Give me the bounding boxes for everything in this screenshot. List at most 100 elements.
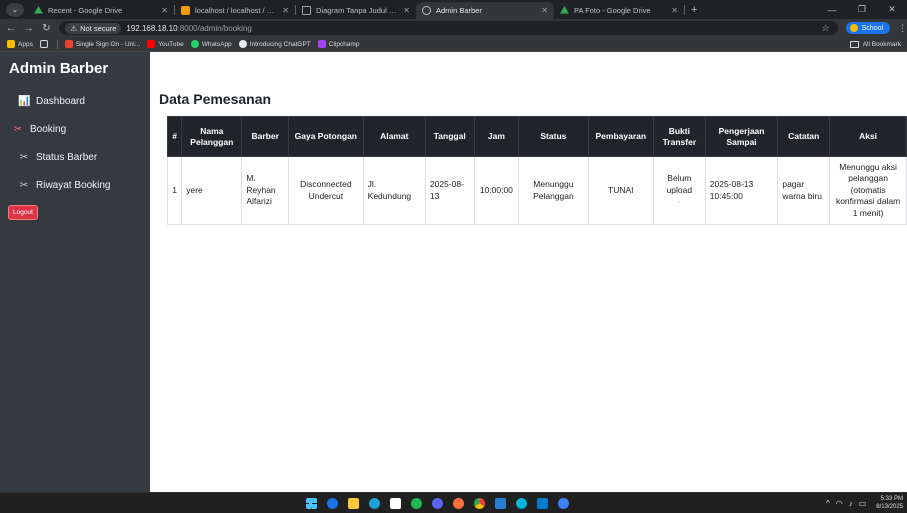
vscode-icon[interactable] [537,498,548,509]
globe-icon [422,6,431,15]
sidebar-item-dashboard[interactable]: 📊 Dashboard [0,87,150,115]
reload-icon[interactable]: ↻ [40,23,54,34]
col-header-tanggal: Tanggal [424,116,475,157]
app-11-icon[interactable] [516,498,527,509]
app-2-icon[interactable] [327,498,338,509]
scissors-icon: ✂ [19,179,29,191]
close-icon[interactable]: ✕ [161,6,168,15]
cell-pengerjaan-sampai: 2025-08-13 10:45:00 [704,156,779,225]
close-icon[interactable]: ✕ [671,6,678,15]
bookmark-star-icon[interactable]: ☆ [822,23,830,34]
grid-icon [39,40,48,48]
profile-button[interactable]: School [845,22,891,34]
chrome-icon[interactable] [474,498,485,509]
tab-search-icon[interactable]: ⌄ [6,2,24,17]
chevron-up-icon[interactable]: ^ [826,499,830,508]
bookmark-whatsapp[interactable]: WhatsApp [190,40,232,48]
tab-recent-google-drive[interactable]: Recent - Google Drive ✕ [28,2,174,19]
col-header-pengerjaan-sampai: Pengerjaan Sampai [704,116,779,157]
bukti-sub-text: - [677,196,681,207]
edge-icon[interactable] [369,498,380,509]
file-explorer-icon[interactable] [348,498,359,509]
tab-phpmyadmin[interactable]: localhost / localhost / barber / ✕ [175,2,295,19]
address-bar-row: ← → ↻ ⚠ Not secure 192.168.18.10:8000/ad… [0,19,907,37]
col-header-catatan: Catatan [777,116,831,157]
bookmark-grid[interactable] [39,40,51,48]
whatsapp-icon [190,40,199,48]
col-header-aksi: Aksi [829,116,907,157]
cell-jam: 10:00:00 [473,156,520,225]
col-header-jam: Jam [473,116,520,157]
wifi-icon[interactable]: ◠ [836,499,843,508]
bookmark-apps[interactable]: Apps [7,40,33,48]
window-controls: — ❐ ✕ [817,0,907,19]
cell-alamat: Jl. Kedundung [362,156,426,225]
all-bookmarks-button[interactable]: All Bookmark [849,37,901,52]
sidebar-item-status-barber[interactable]: ✂ Status Barber [0,143,150,171]
app-10-icon[interactable] [495,498,506,509]
cell-catatan: pagar warna biru [777,156,831,225]
logout-button[interactable]: Logout [8,205,38,220]
cell-pembayaran: TUNAI [587,156,654,225]
app-5-icon[interactable] [390,498,401,509]
bookmark-youtube[interactable]: YouTube [147,40,184,48]
bookmark-chatgpt[interactable]: Introducing ChatGPT [238,40,311,48]
spotify-icon[interactable] [411,498,422,509]
phpmyadmin-icon [181,6,190,15]
close-window-icon[interactable]: ✕ [877,4,907,15]
browser-tab-strip: ⌄ Recent - Google Drive ✕ localhost / lo… [0,0,907,19]
cell-aksi: Menunggu aksi pelanggan (otomatis konfir… [829,156,907,225]
sidebar-item-booking[interactable]: ✂ Booking [0,115,150,143]
bookmarks-bar: Apps Single Sign On - Uni... YouTube Wha… [0,37,907,52]
google-drive-icon [34,6,43,14]
sidebar-item-riwayat-booking[interactable]: ✂ Riwayat Booking [0,171,150,199]
close-icon[interactable]: ✕ [403,6,410,15]
system-tray: ^ ◠ ♪ ▭ 5:33 PM 8/13/2025 [826,493,903,513]
apps-grid-icon [7,40,15,48]
table-row: 1 yere M. Reyhan Alfarizi Disconnected U… [166,156,907,225]
tab-pa-foto-google-drive[interactable]: PA Foto - Google Drive ✕ [554,2,684,19]
col-header-alamat: Alamat [362,116,426,157]
page-viewport: Admin Barber 📊 Dashboard ✂ Booking ✂ Sta… [0,52,907,492]
volume-icon[interactable]: ♪ [849,499,853,508]
taskbar-apps [306,493,579,513]
bookmark-sso[interactable]: Single Sign On - Uni... [64,40,140,48]
chatgpt-icon [238,40,247,48]
cell-status: Menunggu Pelanggan [518,156,589,225]
google-drive-icon [560,6,569,14]
avatar [849,24,858,32]
cell-bukti-transfer: Belum upload - [652,156,706,225]
folder-icon [849,41,859,48]
battery-icon[interactable]: ▭ [859,499,867,508]
col-header-no: # [166,116,183,157]
warning-icon: ⚠ [70,23,78,33]
forward-icon[interactable]: → [22,23,36,34]
bookmark-clipchamp[interactable]: Clipchamp [317,40,359,48]
maximize-icon[interactable]: ❐ [847,4,877,15]
bukti-status-text: Belum upload [666,173,693,195]
not-secure-badge[interactable]: ⚠ Not secure [65,22,122,34]
windows-start-icon[interactable] [306,498,317,509]
app-8-icon[interactable] [453,498,464,509]
cell-no: 1 [166,156,183,225]
cell-nama-pelanggan: yere [181,156,243,225]
drawio-icon [302,6,311,15]
tab-drawio[interactable]: Diagram Tanpa Judul - draw.io ✕ [296,2,416,19]
app-13-icon[interactable] [558,498,569,509]
cell-gaya-potongan: Disconnected Undercut [288,156,364,225]
new-tab-icon[interactable]: + [691,4,697,16]
tab-admin-barber[interactable]: Admin Barber ✕ [416,2,554,19]
discord-icon[interactable] [432,498,443,509]
col-header-barber: Barber [241,116,290,157]
table-header-row: # Nama Pelanggan Barber Gaya Potongan Al… [166,116,907,157]
back-icon[interactable]: ← [4,23,18,34]
minimize-icon[interactable]: — [817,5,847,15]
brand-title: Admin Barber [9,60,109,77]
more-menu-icon[interactable]: ⋮ [898,23,907,34]
col-header-status: Status [518,116,589,157]
scissors-icon: ✂ [19,151,29,163]
url-input[interactable]: ⚠ Not secure 192.168.18.10:8000/admin/bo… [59,21,838,35]
close-icon[interactable]: ✕ [541,6,548,15]
close-icon[interactable]: ✕ [282,6,289,15]
clock[interactable]: 5:33 PM 8/13/2025 [876,496,903,510]
